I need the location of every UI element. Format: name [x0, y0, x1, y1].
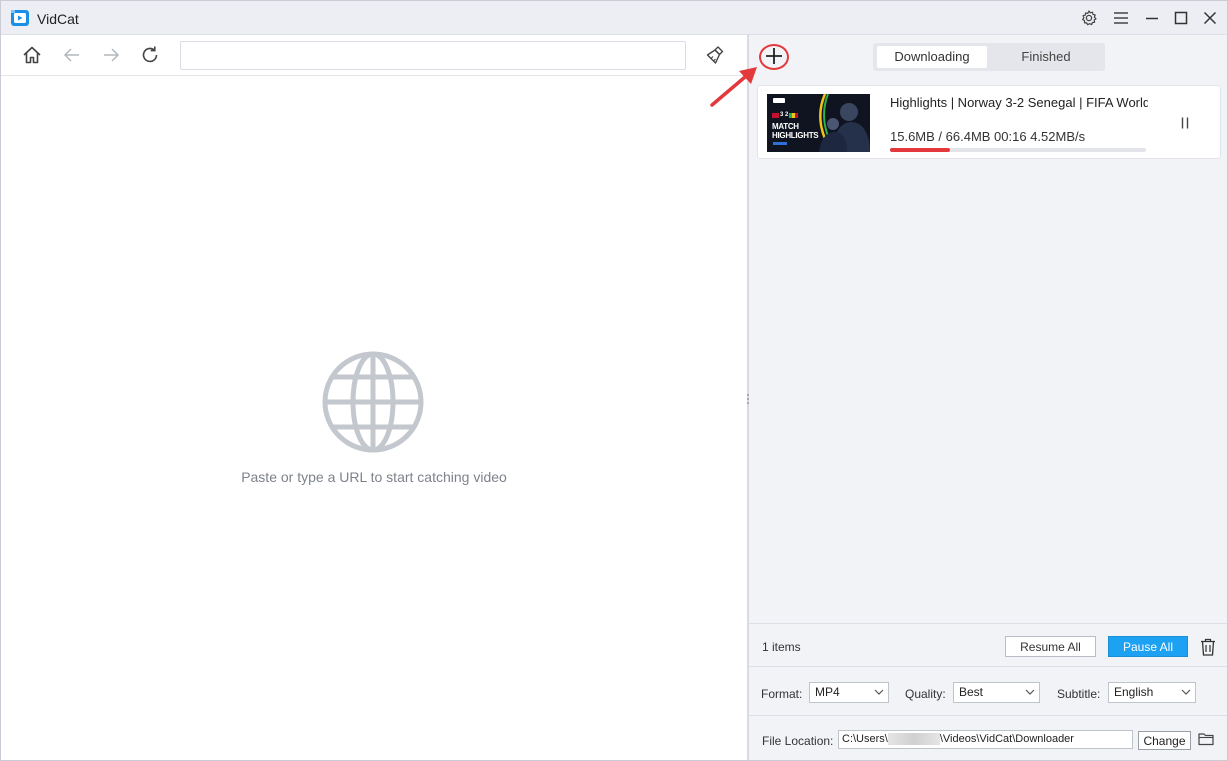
download-actions-bar: 1 items Resume All Pause All — [749, 623, 1227, 666]
chevron-down-icon — [1181, 689, 1191, 695]
chevron-down-icon — [1025, 689, 1035, 695]
change-location-button[interactable]: Change — [1138, 731, 1191, 750]
folder-icon[interactable] — [1198, 732, 1214, 746]
redacted-username — [887, 733, 940, 746]
format-value: MP4 — [815, 685, 840, 699]
location-prefix: C:\Users\ — [842, 733, 888, 745]
url-input[interactable] — [180, 41, 686, 70]
quality-label: Quality: — [905, 687, 946, 701]
subtitle-select[interactable]: English — [1108, 682, 1196, 703]
empty-state-message: Paste or type a URL to start catching vi… — [241, 469, 507, 485]
maximize-icon[interactable] — [1171, 8, 1191, 28]
forward-arrow-icon[interactable] — [100, 44, 122, 66]
close-icon[interactable] — [1200, 8, 1220, 28]
format-select[interactable]: MP4 — [809, 682, 889, 703]
chevron-down-icon — [874, 689, 884, 695]
globe-icon — [322, 351, 424, 453]
thumbnail-line1: MATCH — [772, 122, 799, 131]
back-arrow-icon[interactable] — [61, 44, 83, 66]
file-location-bar: File Location: C:\Users\ \Videos\VidCat\D… — [749, 715, 1227, 760]
download-pane: Downloading Finished 3 2 MATCH HIGHLIGHT… — [710, 35, 1227, 760]
location-suffix: \Videos\VidCat\Downloader — [939, 733, 1074, 745]
subtitle-label: Subtitle: — [1057, 687, 1101, 701]
download-options-bar: Format: MP4 Quality: Best Subtitle: Engl… — [749, 666, 1227, 715]
home-icon[interactable] — [21, 44, 43, 66]
subtitle-value: English — [1114, 685, 1154, 699]
quality-value: Best — [959, 685, 984, 699]
quality-select[interactable]: Best — [953, 682, 1040, 703]
browser-pane: Paste or type a URL to start catching vi… — [1, 35, 747, 760]
file-location-label: File Location: — [762, 734, 834, 748]
resume-all-button[interactable]: Resume All — [1005, 636, 1096, 657]
vidcat-logo-icon — [11, 10, 29, 26]
file-location-field[interactable]: C:\Users\ \Videos\VidCat\Downloader — [838, 730, 1133, 749]
refresh-icon[interactable] — [139, 44, 161, 66]
pause-all-button[interactable]: Pause All — [1108, 636, 1188, 657]
minimize-icon[interactable] — [1142, 8, 1162, 28]
pause-icon[interactable] — [1176, 114, 1194, 132]
download-progress-fill — [890, 148, 951, 152]
thumbnail-score: 3 2 — [780, 112, 789, 118]
tab-downloading[interactable]: Downloading — [877, 46, 987, 68]
download-progress-bar — [890, 148, 1146, 152]
download-item[interactable]: 3 2 MATCH HIGHLIGHTS Highlights | Norway… — [757, 85, 1221, 159]
video-thumbnail: 3 2 MATCH HIGHLIGHTS — [767, 94, 870, 152]
app-window: VidCat Paste or type a URL to start catc… — [0, 0, 1228, 761]
settings-gear-icon[interactable] — [1079, 8, 1099, 28]
app-title: VidCat — [37, 11, 79, 27]
download-title: Highlights | Norway 3-2 Senegal | FIFA W… — [890, 95, 1148, 110]
items-count: 1 items — [762, 640, 801, 654]
download-stats: 15.6MB / 66.4MB 00:16 4.52MB/s — [890, 129, 1086, 144]
tab-finished[interactable]: Finished — [991, 46, 1101, 68]
browser-nav-bar — [1, 35, 747, 76]
title-bar: VidCat — [1, 1, 1227, 35]
format-label: Format: — [761, 687, 803, 701]
menu-icon[interactable] — [1111, 8, 1131, 28]
clear-broom-icon[interactable] — [704, 44, 726, 66]
download-tabs: Downloading Finished — [873, 43, 1105, 71]
trash-icon[interactable] — [1199, 637, 1217, 657]
thumbnail-line2: HIGHLIGHTS — [772, 131, 819, 140]
